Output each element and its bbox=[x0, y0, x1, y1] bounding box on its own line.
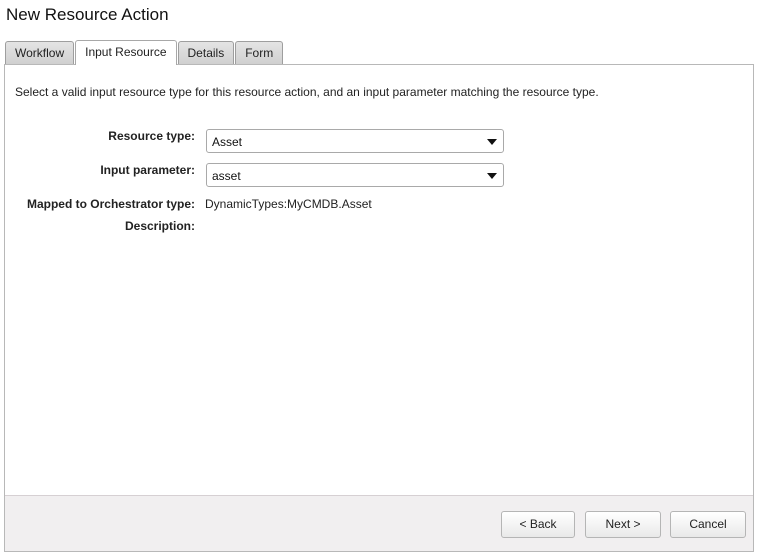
resource-type-label: Resource type: bbox=[108, 129, 195, 143]
tab-form[interactable]: Form bbox=[235, 41, 284, 65]
back-button[interactable]: < Back bbox=[501, 511, 575, 538]
input-parameter-label: Input parameter: bbox=[100, 163, 195, 177]
dialog-footer: < Back Next > Cancel bbox=[5, 495, 753, 551]
input-parameter-value: asset bbox=[212, 169, 241, 183]
cancel-button[interactable]: Cancel bbox=[670, 511, 746, 538]
tab-panel: Select a valid input resource type for t… bbox=[4, 64, 754, 552]
tab-workflow[interactable]: Workflow bbox=[5, 41, 75, 65]
tab-input-resource[interactable]: Input Resource bbox=[75, 40, 177, 65]
chevron-down-icon bbox=[487, 139, 497, 145]
mapped-type-value: DynamicTypes:MyCMDB.Asset bbox=[205, 197, 372, 211]
instructions-text: Select a valid input resource type for t… bbox=[15, 85, 599, 99]
tab-bar: Workflow Input Resource Details Form bbox=[5, 40, 284, 65]
description-label: Description: bbox=[124, 219, 195, 233]
resource-type-select[interactable]: Asset bbox=[206, 129, 504, 153]
chevron-down-icon bbox=[487, 173, 497, 179]
next-button[interactable]: Next > bbox=[585, 511, 661, 538]
input-parameter-select[interactable]: asset bbox=[206, 163, 504, 187]
tab-details[interactable]: Details bbox=[177, 41, 235, 65]
resource-type-value: Asset bbox=[212, 135, 243, 149]
dialog-title: New Resource Action bbox=[6, 5, 169, 24]
mapped-type-label: Mapped to Orchestrator type: bbox=[26, 197, 195, 211]
